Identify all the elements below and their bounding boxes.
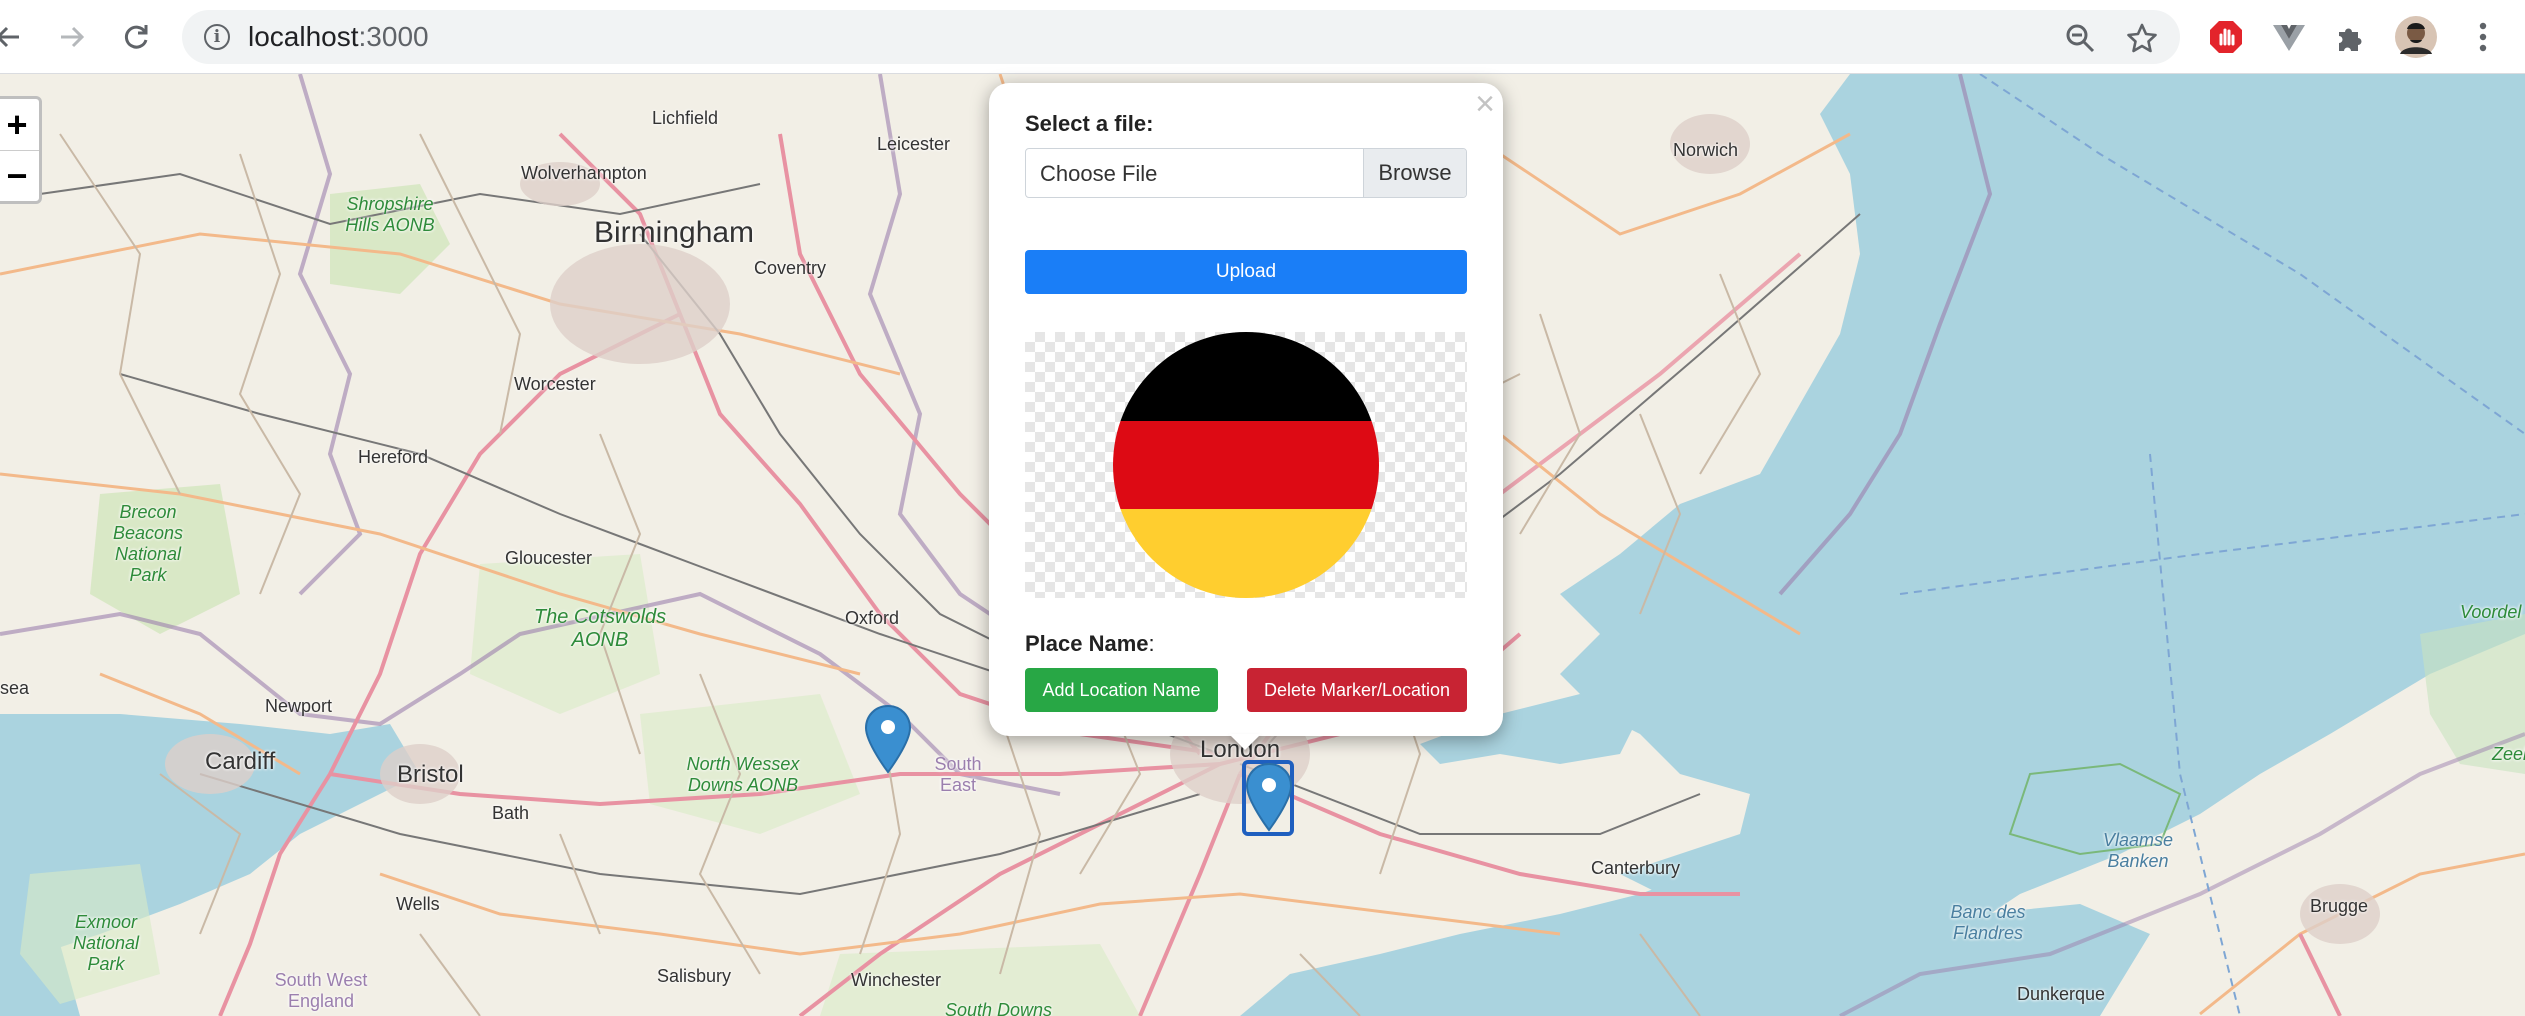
file-input[interactable]: Choose File Browse — [1025, 148, 1467, 198]
place-label: Wolverhampton — [521, 163, 647, 183]
place-label: Birmingham — [594, 216, 755, 249]
delete-marker-button[interactable]: Delete Marker/Location — [1247, 668, 1467, 712]
image-preview — [1025, 332, 1467, 598]
place-label: Hereford — [358, 447, 429, 467]
place-label: North Wessex Downs AONB — [686, 754, 800, 795]
selected-map-marker-icon[interactable] — [1244, 762, 1294, 834]
marker-popup: × Select a file: Choose File Browse Uplo… — [989, 83, 1503, 736]
file-input-placeholder: Choose File — [1040, 161, 1158, 186]
select-file-label: Select a file: — [1025, 111, 1154, 136]
place-label: Shropshire Hills AONB — [345, 194, 435, 235]
forward-icon[interactable] — [50, 15, 94, 59]
zoom-control: + − — [0, 96, 42, 204]
browse-button[interactable]: Browse — [1363, 149, 1466, 197]
place-label: Dunkerque — [2017, 984, 2106, 1004]
place-label: Vlaamse Banken — [2102, 830, 2174, 871]
profile-avatar[interactable] — [2395, 16, 2437, 58]
url-host: localhost — [248, 21, 359, 52]
zoom-in-button[interactable]: + — [0, 99, 39, 150]
flag-stripe-red — [1113, 420, 1379, 510]
place-label: Cardiff — [205, 748, 276, 775]
germany-flag-image — [1113, 332, 1379, 598]
place-label: Newport — [265, 696, 333, 716]
place-label: Brecon Beacons National Park — [112, 502, 184, 585]
place-label: Gloucester — [505, 548, 593, 568]
address-bar[interactable]: i localhost:3000 — [182, 10, 2180, 64]
reload-icon[interactable] — [114, 15, 158, 59]
place-label: Zeel — [2492, 744, 2525, 764]
browser-toolbar: i localhost:3000 — [0, 0, 2525, 74]
place-label: The Cotswolds AONB — [533, 606, 667, 651]
place-label: Banc des Flandres — [1950, 902, 2026, 943]
star-icon[interactable] — [2122, 18, 2162, 58]
popup-tip — [1229, 734, 1261, 750]
place-label: Bristol — [397, 761, 464, 788]
place-label: Wells — [396, 894, 440, 914]
place-label: Salisbury — [657, 966, 732, 986]
flag-stripe-black — [1113, 332, 1379, 421]
url-port: :3000 — [358, 21, 429, 52]
add-location-name-button[interactable]: Add Location Name — [1025, 668, 1218, 712]
place-label: Norwich — [1673, 140, 1739, 160]
place-label: Winchester — [851, 970, 942, 990]
url-text[interactable]: localhost:3000 — [248, 21, 429, 53]
place-label: South East — [934, 754, 982, 795]
place-label: South Downs — [945, 1000, 1053, 1016]
place-label: Bath — [492, 803, 530, 823]
place-name-text: Place Name — [1025, 631, 1149, 656]
flag-stripe-gold — [1113, 509, 1379, 598]
place-label: Exmoor National Park — [72, 912, 140, 974]
zoom-out-button[interactable]: − — [0, 150, 39, 201]
adblock-icon[interactable] — [2205, 16, 2247, 58]
place-name-colon: : — [1148, 631, 1155, 656]
place-label: Voordel — [2460, 602, 2522, 622]
info-icon[interactable]: i — [204, 24, 230, 50]
menu-icon[interactable] — [2462, 16, 2504, 58]
place-label: Brugge — [2310, 896, 2369, 916]
place-label: Worcester — [514, 374, 596, 394]
place-label: Coventry — [754, 258, 827, 278]
place-name-label: Place Name: — [1025, 631, 1155, 657]
upload-button[interactable]: Upload — [1025, 250, 1467, 294]
extensions-icon[interactable] — [2330, 16, 2372, 58]
place-label: Lichfield — [652, 108, 719, 128]
map-marker-icon[interactable] — [863, 704, 913, 776]
zoom-out-icon[interactable] — [2060, 18, 2100, 58]
place-label: Oxford — [845, 608, 900, 628]
back-icon[interactable] — [0, 15, 30, 59]
place-label: Leicester — [877, 134, 951, 154]
place-label: South West England — [274, 970, 368, 1011]
vue-devtools-icon[interactable] — [2268, 16, 2310, 58]
place-label: sea — [0, 678, 30, 698]
place-label: Canterbury — [1591, 858, 1681, 878]
close-icon[interactable]: × — [1475, 87, 1495, 121]
